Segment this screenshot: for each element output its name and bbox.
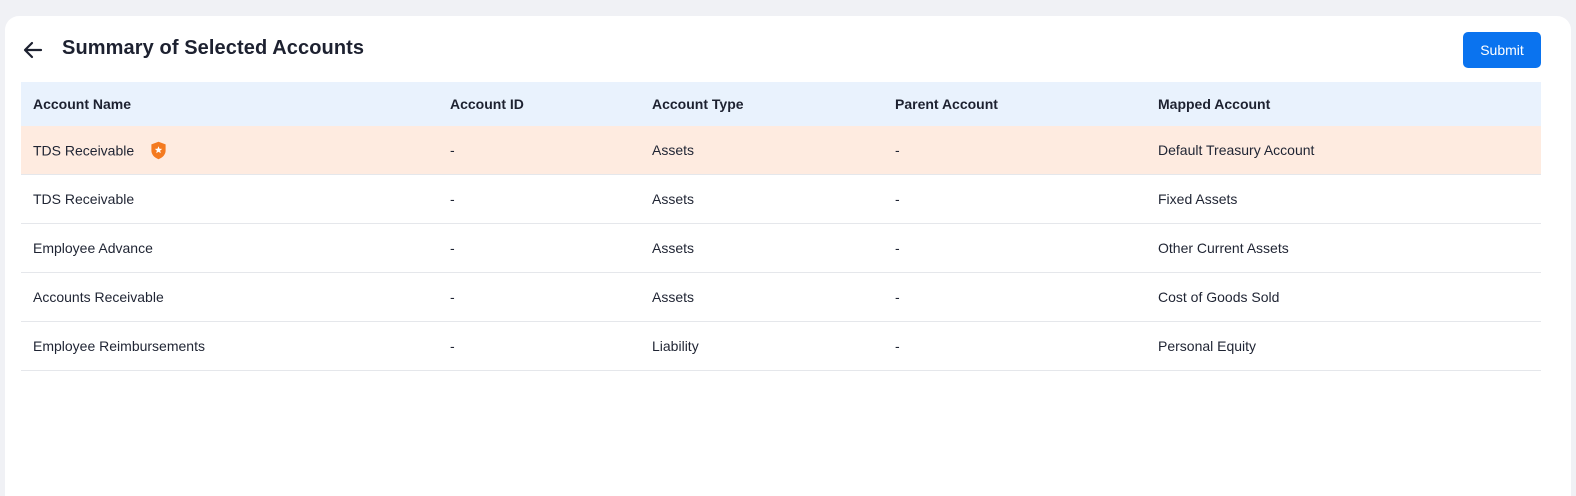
page-title: Summary of Selected Accounts (62, 37, 365, 59)
cell-parent-account: - (883, 223, 1146, 273)
column-header-account-id: Account ID (438, 82, 640, 126)
summary-card: Summary of Selected Accounts Submit Acco… (5, 16, 1571, 496)
table-row[interactable]: Employee Advance - Assets - Other Curren… (21, 223, 1541, 273)
cell-mapped-account: Other Current Assets (1146, 223, 1541, 273)
cell-mapped-account: Personal Equity (1146, 321, 1541, 371)
submit-button[interactable]: Submit (1463, 32, 1541, 68)
cell-mapped-account: Fixed Assets (1146, 174, 1541, 224)
cell-account-type: Liability (640, 321, 883, 371)
cell-parent-account: - (883, 272, 1146, 322)
cell-account-id: - (438, 223, 640, 273)
cell-parent-account: - (883, 126, 1146, 175)
cell-account-id: - (438, 272, 640, 322)
table-row[interactable]: Accounts Receivable - Assets - Cost of G… (21, 272, 1541, 322)
cell-account-type: Assets (640, 272, 883, 322)
accounts-table: Account Name Account ID Account Type Par… (21, 82, 1541, 371)
cell-account-type: Assets (640, 223, 883, 273)
table-row[interactable]: TDS Receivable - Assets - Fixed Assets (21, 174, 1541, 224)
cell-account-name: Accounts Receivable (21, 272, 438, 322)
cell-account-type: Assets (640, 174, 883, 224)
arrow-left-icon (23, 41, 43, 59)
cell-parent-account: - (883, 321, 1146, 371)
cell-mapped-account: Default Treasury Account (1146, 126, 1541, 175)
cell-account-name: Employee Reimbursements (21, 321, 438, 371)
column-header-parent-account: Parent Account (883, 82, 1146, 126)
cell-mapped-account: Cost of Goods Sold (1146, 272, 1541, 322)
cell-account-id: - (438, 321, 640, 371)
back-button[interactable] (21, 38, 45, 62)
cell-parent-account: - (883, 174, 1146, 224)
account-name-text: TDS Receivable (33, 142, 135, 158)
cell-account-name: Employee Advance (21, 223, 438, 273)
table-row[interactable]: TDS Receivable - Assets - Default Treasu… (21, 126, 1541, 175)
shield-star-icon (151, 141, 166, 159)
column-header-mapped-account: Mapped Account (1146, 82, 1541, 126)
column-header-account-type: Account Type (640, 82, 883, 126)
cell-account-name: TDS Receivable (21, 126, 438, 175)
cell-account-id: - (438, 174, 640, 224)
page-header: Summary of Selected Accounts Submit (5, 16, 1571, 82)
cell-account-id: - (438, 126, 640, 175)
table-row[interactable]: Employee Reimbursements - Liability - Pe… (21, 321, 1541, 371)
cell-account-type: Assets (640, 126, 883, 175)
table-header-row: Account Name Account ID Account Type Par… (21, 82, 1541, 126)
cell-account-name: TDS Receivable (21, 174, 438, 224)
column-header-account-name: Account Name (21, 82, 438, 126)
